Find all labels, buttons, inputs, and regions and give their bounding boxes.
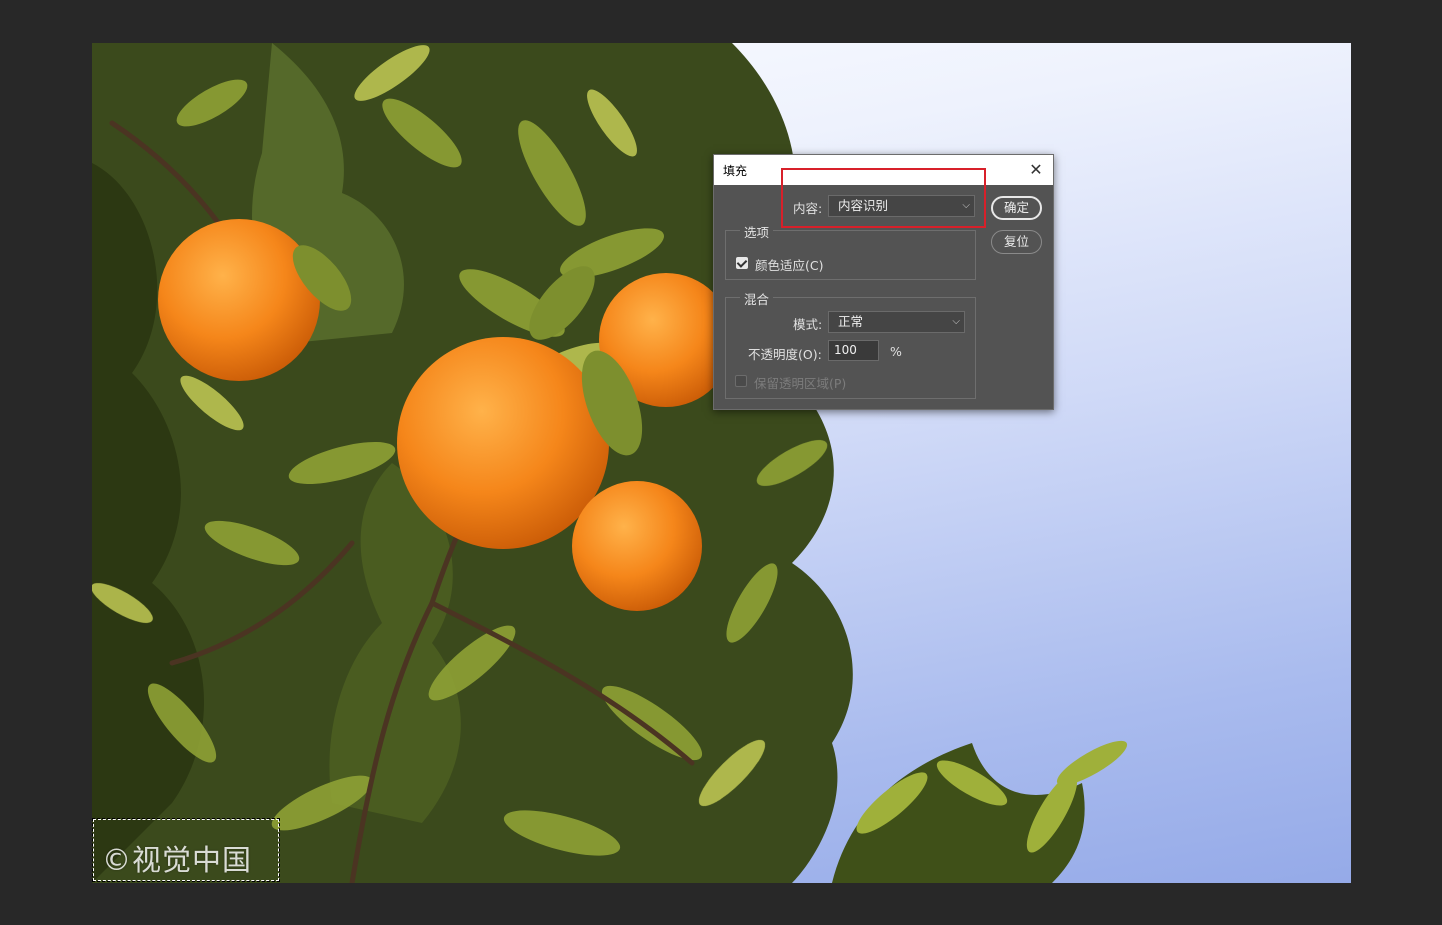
content-label: 内容:: [793, 201, 823, 216]
mode-select[interactable]: 正常 ⌵: [828, 311, 965, 333]
color-adapt-checkbox[interactable]: [736, 257, 748, 269]
preserve-transparency-checkbox[interactable]: [735, 375, 747, 387]
opacity-unit: %: [890, 344, 902, 359]
preserve-transparency-label: 保留透明区域(P): [754, 376, 847, 391]
chevron-down-icon: ⌵: [962, 200, 970, 211]
options-group-title: 选项: [740, 222, 774, 241]
blend-group-title: 混合: [740, 289, 774, 308]
mode-select-value: 正常: [838, 314, 864, 329]
content-select-value: 内容识别: [838, 198, 889, 213]
mode-label: 模式:: [793, 317, 823, 332]
color-adapt-label: 颜色适应(C): [755, 258, 824, 273]
content-select[interactable]: 内容识别 ⌵: [828, 195, 975, 217]
ok-button[interactable]: 确定: [991, 196, 1042, 220]
close-icon[interactable]: ✕: [1025, 159, 1047, 181]
marquee-selection[interactable]: [92, 818, 280, 882]
reset-button[interactable]: 复位: [991, 230, 1042, 254]
opacity-label: 不透明度(O):: [748, 347, 822, 362]
dialog-titlebar[interactable]: 填充 ✕: [714, 155, 1053, 185]
dialog-title: 填充: [723, 164, 748, 178]
fill-dialog: 填充 ✕ 内容: 内容识别 ⌵ 确定 复位 选项 颜色适应(C) 混合 模式: …: [713, 154, 1054, 410]
opacity-input[interactable]: 100: [828, 340, 879, 361]
options-group: 选项 颜色适应(C): [725, 222, 976, 280]
chevron-down-icon: ⌵: [952, 316, 960, 327]
